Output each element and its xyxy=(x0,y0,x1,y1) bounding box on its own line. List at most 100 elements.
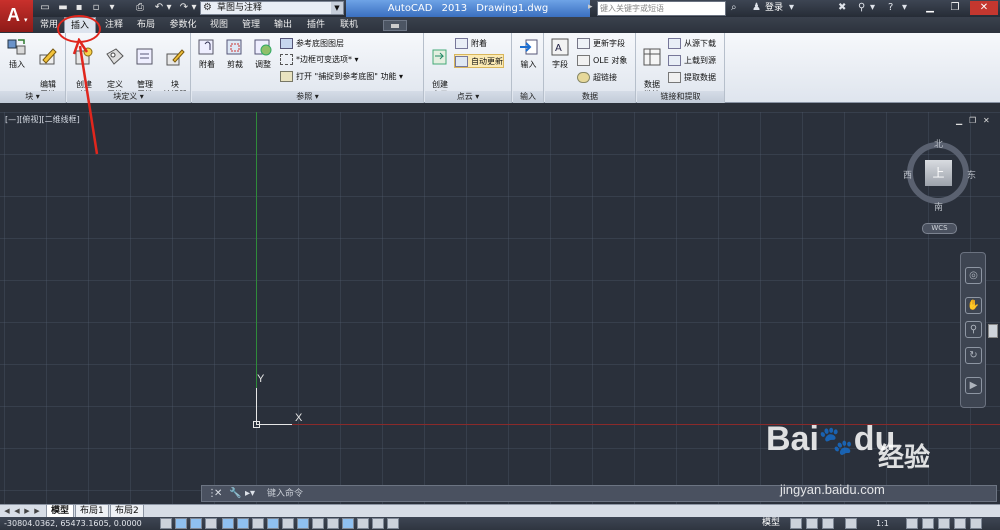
ribbon-minimize-button[interactable] xyxy=(383,20,407,31)
viewport-minimize-icon[interactable]: ▁ xyxy=(956,116,962,125)
annotation-monitor-icon[interactable] xyxy=(372,518,384,529)
viewport-close-icon[interactable]: ✕ xyxy=(983,116,990,125)
print-icon[interactable]: ⎙ xyxy=(133,2,147,14)
quick-view-drawings-icon[interactable] xyxy=(806,518,818,529)
clean-screen-icon[interactable] xyxy=(970,518,982,529)
zoom-status-icon[interactable] xyxy=(845,518,857,529)
object-snap-icon[interactable] xyxy=(237,518,249,529)
exchange-icon[interactable]: ✖ xyxy=(838,2,846,14)
last-tab-icon[interactable]: ▶ xyxy=(33,507,41,516)
customize-wrench-icon[interactable]: 🔧 xyxy=(229,487,241,501)
hyperlink-button[interactable]: 超链接 xyxy=(577,71,617,85)
ole-object-button[interactable]: OLE 对象 xyxy=(577,54,627,68)
hardware-acceleration-icon[interactable] xyxy=(954,518,966,529)
update-fields-button[interactable]: 更新字段 xyxy=(577,37,625,51)
import-button[interactable]: 输入 xyxy=(515,36,542,70)
pan-icon[interactable]: ✋ xyxy=(965,297,982,314)
attach-reference-button[interactable]: 附着 xyxy=(194,36,220,70)
command-close-icon[interactable]: ✕ xyxy=(214,487,222,501)
new-file-icon[interactable]: ▭ xyxy=(38,2,52,14)
isolate-objects-icon[interactable] xyxy=(938,518,950,529)
caret-icon[interactable]: ▾ xyxy=(105,2,119,14)
lock-ui-icon[interactable] xyxy=(922,518,934,529)
viewcube-south[interactable]: 南 xyxy=(934,200,943,213)
viewport-restore-icon[interactable]: ❐ xyxy=(969,116,976,125)
insert-block-button[interactable]: 插入 xyxy=(4,36,30,70)
infer-constraints-icon[interactable] xyxy=(160,518,172,529)
ortho-mode-icon[interactable] xyxy=(205,518,217,529)
auto-update-toggle[interactable]: 自动更新 xyxy=(454,54,504,68)
group-reference-label[interactable]: 参照 ▾ xyxy=(192,91,423,103)
snap-to-underlay-dropdown[interactable]: 打开 "捕捉到参考底图" 功能 ▾ xyxy=(280,70,403,84)
workspace-switch-icon[interactable] xyxy=(387,518,399,529)
save-icon[interactable]: ▪ xyxy=(72,2,86,14)
underlay-layers-button[interactable]: 参考底图图层 xyxy=(280,37,344,51)
maximize-icon[interactable]: ❐ xyxy=(943,1,967,15)
recent-commands-icon[interactable]: ▸▾ xyxy=(245,487,255,501)
help-icon[interactable]: ? xyxy=(888,2,893,14)
snap-mode-icon[interactable] xyxy=(175,518,187,529)
steering-wheel-icon[interactable]: ◎ xyxy=(965,267,982,284)
help-dropdown-icon[interactable]: ▾ xyxy=(870,2,875,14)
tab-view[interactable]: 视图 xyxy=(207,17,231,33)
cursor-coordinates[interactable]: -30804.0362, 65473.1605, 0.0000 xyxy=(4,517,142,530)
viewcube-north[interactable]: 北 xyxy=(934,137,943,150)
save-as-icon[interactable]: ▫ xyxy=(89,2,103,14)
workspace-select[interactable]: ⚙ 草图与注释 ▼ xyxy=(200,1,344,15)
search-expand-icon[interactable]: ▸ xyxy=(588,2,593,12)
3d-osnap-icon[interactable] xyxy=(252,518,264,529)
next-tab-icon[interactable]: ▶ xyxy=(23,507,31,516)
user-icon[interactable]: ♟ xyxy=(752,2,761,14)
minimize-icon[interactable]: ▁ xyxy=(918,1,942,15)
upload-to-source-button[interactable]: 上载到源 xyxy=(668,54,716,68)
transparency-icon[interactable] xyxy=(327,518,339,529)
selection-cycling-icon[interactable] xyxy=(357,518,369,529)
tab-layout[interactable]: 布局 xyxy=(134,17,158,33)
application-menu-button[interactable]: A ▾ xyxy=(0,0,33,32)
adjust-button[interactable]: 调整 xyxy=(250,36,276,70)
grid-display-icon[interactable] xyxy=(190,518,202,529)
pan-status-icon[interactable] xyxy=(822,518,834,529)
login-dropdown-icon[interactable]: ▾ xyxy=(789,2,794,14)
model-space-button[interactable]: 模型 xyxy=(762,517,780,530)
tab-online[interactable]: 联机 xyxy=(337,17,361,33)
redo-dropdown-icon[interactable]: ▾ xyxy=(187,2,201,14)
login-link[interactable]: 登录 xyxy=(765,2,783,14)
dynamic-input-icon[interactable] xyxy=(297,518,309,529)
viewcube-west[interactable]: 西 xyxy=(903,168,912,181)
extract-data-button[interactable]: 提取数据 xyxy=(668,71,716,85)
group-block-label[interactable]: 块 ▾ xyxy=(0,91,65,103)
tab-parametric[interactable]: 参数化 xyxy=(167,17,199,33)
help-caret-icon[interactable]: ▾ xyxy=(902,2,907,14)
lineweight-icon[interactable] xyxy=(312,518,324,529)
viewcube-east[interactable]: 东 xyxy=(967,168,976,181)
tab-annotate[interactable]: 注释 xyxy=(102,17,126,33)
orbit-icon[interactable]: ↻ xyxy=(965,347,982,364)
quick-properties-icon[interactable] xyxy=(342,518,354,529)
viewport-controls-label[interactable]: [—][俯视][二维线框] xyxy=(5,114,80,125)
ucs-dynamic-icon[interactable] xyxy=(282,518,294,529)
zoom-icon[interactable]: ⚲ xyxy=(965,321,982,338)
annotation-scale[interactable]: 1:1 xyxy=(876,517,889,530)
first-tab-icon[interactable]: ◀ xyxy=(3,507,11,516)
close-icon[interactable]: ✕ xyxy=(970,1,998,15)
search-icon[interactable]: ⌕ xyxy=(731,2,737,14)
showmotion-icon[interactable]: ▶ xyxy=(965,377,982,394)
attach-point-cloud-button[interactable]: 附着 xyxy=(455,37,487,51)
tab-manage[interactable]: 管理 xyxy=(239,17,263,33)
frame-variable-dropdown[interactable]: *边框可变选项* ▾ xyxy=(280,53,359,67)
command-input[interactable]: 键入命令 xyxy=(267,486,303,502)
prev-tab-icon[interactable]: ◀ xyxy=(13,507,21,516)
annotation-visibility-icon[interactable] xyxy=(906,518,918,529)
polar-tracking-icon[interactable] xyxy=(222,518,234,529)
search-input[interactable]: 键入关键字或短语 xyxy=(597,1,726,16)
scrollbar-thumb[interactable] xyxy=(988,324,998,338)
wcs-menu[interactable]: WCS xyxy=(922,223,957,234)
open-file-icon[interactable]: ▬ xyxy=(56,2,70,14)
help-center-icon[interactable]: ⚲ xyxy=(858,2,865,14)
tab-plugins[interactable]: 插件 xyxy=(304,17,328,33)
tab-output[interactable]: 输出 xyxy=(271,17,295,33)
undo-dropdown-icon[interactable]: ▾ xyxy=(162,2,176,14)
object-snap-tracking-icon[interactable] xyxy=(267,518,279,529)
group-point-cloud-label[interactable]: 点云 ▾ xyxy=(425,91,511,103)
